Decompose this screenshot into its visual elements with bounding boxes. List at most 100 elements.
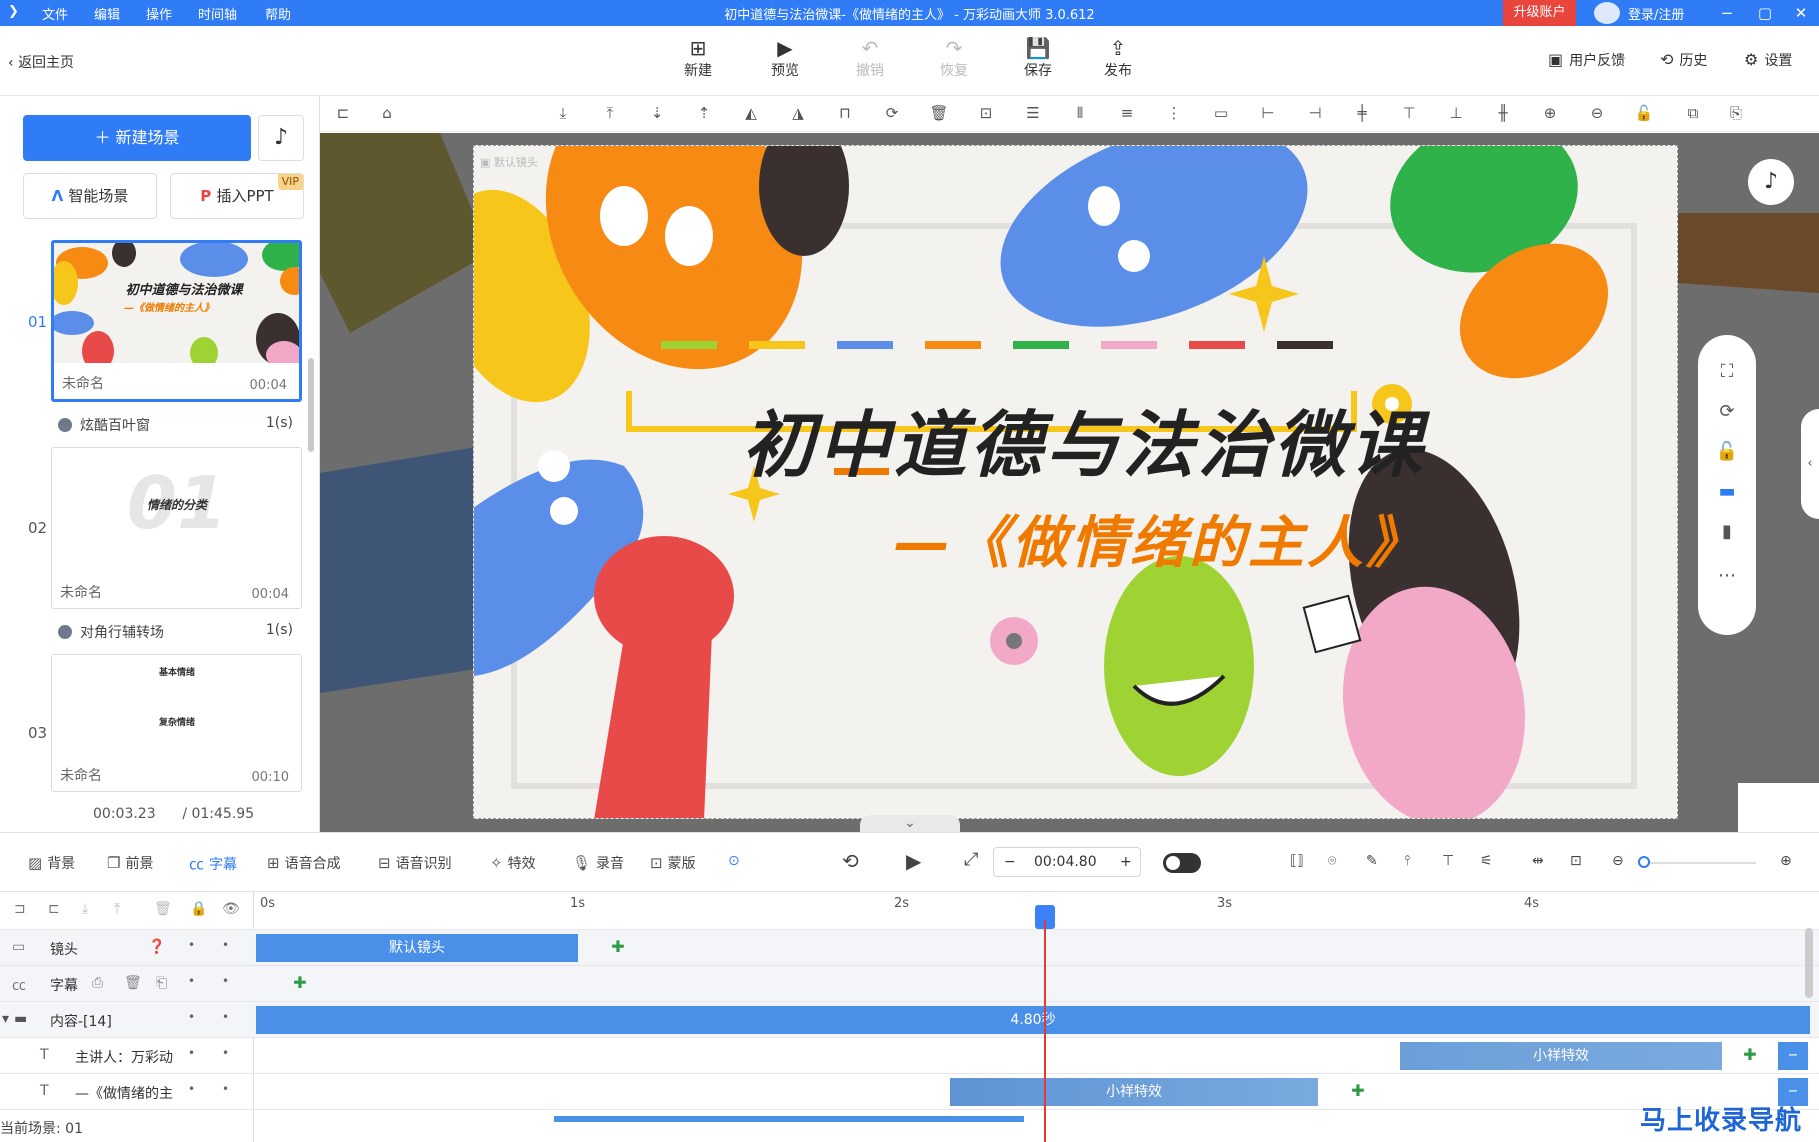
minimize-icon[interactable]: −: [1714, 2, 1740, 24]
subtitle-track-row[interactable]: ✚: [254, 966, 1819, 1002]
background-music-button[interactable]: ♪: [1748, 159, 1794, 205]
copy-icon[interactable]: ⧉: [1682, 104, 1704, 122]
insert-ppt-button[interactable]: P 插入PPT VIP: [170, 173, 304, 219]
edit-icon[interactable]: ⎙: [92, 975, 103, 991]
eye-icon[interactable]: 👁: [222, 901, 240, 917]
replay-icon[interactable]: ⟲: [842, 849, 859, 873]
close-icon[interactable]: ✕: [1788, 2, 1814, 24]
expand-arrow-icon[interactable]: ▾: [2, 1011, 9, 1027]
track-subtitle[interactable]: ㏄ 字幕 ⎙ 🗑 ⎗ • •: [0, 966, 254, 1002]
duration-value[interactable]: 00:04.80: [1034, 848, 1097, 876]
move-down-icon[interactable]: ⤓: [82, 901, 88, 917]
zoom-in-icon[interactable]: ⊕: [1780, 853, 1792, 869]
home-icon[interactable]: ⌂: [376, 104, 398, 122]
stage-subtitle[interactable]: —《做情绪的主人》: [894, 498, 1514, 579]
distribute-horizontal-icon[interactable]: ⦀: [1069, 104, 1091, 122]
track-content-folder[interactable]: ▾ ▬ 内容-[14] • •: [0, 1002, 254, 1038]
collapse-canvas-button[interactable]: ⌄: [860, 815, 960, 832]
move-up-icon[interactable]: ⤒: [114, 901, 120, 917]
add-keyframe-icon[interactable]: ✚: [292, 975, 308, 991]
stage-canvas[interactable]: ▣ 默认镜头 初中道德与法治微课 —《做情绪的主人》: [473, 145, 1678, 819]
rotate-view-icon[interactable]: ⟳: [1714, 401, 1740, 422]
camera-icon[interactable]: ⌾: [1328, 853, 1336, 869]
rotate-icon[interactable]: ⟳: [881, 104, 903, 122]
camera-track-row[interactable]: 默认镜头 ✚: [254, 930, 1819, 966]
background-button[interactable]: ▨ 背景: [28, 853, 75, 873]
scene-thumbnail-03[interactable]: 基本情绪 复杂情绪 未命名 00:10: [51, 654, 302, 792]
zoom-out-icon[interactable]: ⊖: [1586, 104, 1608, 122]
subtitle-button[interactable]: ㏄字幕: [189, 853, 237, 874]
timeline-zoom-handle[interactable]: [1638, 856, 1650, 868]
add-keyframe-icon[interactable]: ✚: [1742, 1047, 1758, 1063]
paste-icon[interactable]: ⎘: [1725, 104, 1747, 122]
menu-help[interactable]: 帮助: [265, 4, 291, 23]
upgrade-account-button[interactable]: 升级账户: [1503, 0, 1576, 26]
scene-thumbnail-01[interactable]: 初中道德与法治微课 —《做情绪的主人》 未命名 00:04: [51, 240, 302, 402]
focus-icon[interactable]: ⊡: [975, 104, 997, 122]
speaker-track-row[interactable]: 小祥特效 ✚ −: [254, 1038, 1819, 1074]
align-hcenter-icon[interactable]: ╪: [1351, 104, 1373, 122]
partial-clip[interactable]: [554, 1116, 1024, 1122]
save-button[interactable]: 💾 保存: [1008, 36, 1068, 80]
distribute-vertical-icon[interactable]: ⋮: [1163, 104, 1185, 122]
new-folder-icon[interactable]: ⊏: [48, 901, 60, 917]
duration-decrease-button[interactable]: −: [1004, 848, 1016, 876]
align-bottom-icon[interactable]: ⊥: [1445, 104, 1467, 122]
new-scene-button[interactable]: ＋ 新建场景: [23, 115, 251, 161]
flip-horizontal-icon[interactable]: ◭: [740, 104, 762, 122]
track-text-subtitle[interactable]: T —《做情绪的主 • •: [0, 1074, 254, 1110]
align-vcenter-icon[interactable]: ╫: [1492, 104, 1514, 122]
track-text-speaker[interactable]: T 主讲人：万彩动 • •: [0, 1038, 254, 1074]
fit-screen-icon[interactable]: ⛶: [1714, 361, 1740, 382]
more-tools-button[interactable]: ⊙: [728, 853, 740, 869]
flip-vertical-icon[interactable]: ◮: [787, 104, 809, 122]
add-keyframe-icon[interactable]: ✚: [1350, 1083, 1366, 1099]
mask-button[interactable]: ⊡ 蒙版: [650, 853, 696, 873]
zoom-in-icon[interactable]: ⊕: [1539, 104, 1561, 122]
import-icon[interactable]: ⎗: [156, 975, 167, 991]
effect-clip[interactable]: 小祥特效: [950, 1078, 1318, 1106]
tts-button[interactable]: ⊞ 语音合成: [267, 853, 341, 873]
move-up-icon[interactable]: ⇡: [693, 104, 715, 122]
login-register-link[interactable]: 登录/注册: [1628, 4, 1684, 23]
menu-timeline[interactable]: 时间轴: [198, 4, 237, 23]
move-bottom-icon[interactable]: ⤓: [552, 104, 574, 122]
delete-icon[interactable]: 🗑: [154, 901, 172, 917]
maximize-icon[interactable]: ▢: [1752, 2, 1778, 24]
collapse-clip-icon[interactable]: −: [1778, 1042, 1808, 1070]
smart-scene-button[interactable]: Λ 智能场景: [23, 173, 157, 219]
timeline-zoom-slider[interactable]: [1640, 862, 1756, 864]
align-left-icon[interactable]: ⊢: [1257, 104, 1279, 122]
actual-size-icon[interactable]: ⊡: [1570, 853, 1582, 869]
move-down-icon[interactable]: ⇣: [646, 104, 668, 122]
redo-button[interactable]: ↷ 恢复: [924, 36, 984, 80]
effects-button[interactable]: ✧ 特效: [490, 853, 536, 873]
add-folder-icon[interactable]: ⊐: [14, 901, 26, 917]
unlock-icon[interactable]: 🔓: [1633, 104, 1655, 122]
timeline-scrollbar[interactable]: [1805, 928, 1813, 998]
play-icon[interactable]: ▶: [906, 849, 921, 873]
speech-recognition-button[interactable]: ⊟ 语音识别: [378, 853, 452, 873]
content-track-row[interactable]: 4.80秒: [254, 1002, 1819, 1038]
delete-icon[interactable]: 🗑: [928, 104, 950, 122]
help-icon[interactable]: ❓: [148, 939, 165, 955]
landscape-icon[interactable]: ▬: [1714, 481, 1740, 502]
timeline-tracks[interactable]: 0s 1s 2s 3s 4s 默认镜头 ✚ ✚ 4.80秒 小祥特效 ✚ − 小…: [254, 892, 1819, 1142]
foreground-button[interactable]: ❐ 前景: [107, 853, 153, 873]
align-right-icon[interactable]: ⊣: [1304, 104, 1326, 122]
more-icon[interactable]: ⋯: [1714, 565, 1740, 586]
add-keyframe-icon[interactable]: ✚: [610, 939, 626, 955]
music-button[interactable]: ♪: [258, 115, 304, 161]
zoom-out-icon[interactable]: ⊖: [1612, 853, 1624, 869]
feedback-button[interactable]: ▣ 用户反馈: [1548, 50, 1625, 70]
align-center-icon[interactable]: ☰: [1022, 104, 1044, 122]
duration-stepper[interactable]: − 00:04.80 +: [993, 847, 1141, 877]
group-icon[interactable]: ▭: [1210, 104, 1232, 122]
history-button[interactable]: ⟲ 历史: [1660, 50, 1707, 70]
track-camera[interactable]: ▭ 镜头 ❓ • •: [0, 930, 254, 966]
record-button[interactable]: 🎙 录音: [572, 853, 624, 873]
new-button[interactable]: ⊞ 新建: [668, 36, 728, 80]
move-top-icon[interactable]: ⤒: [599, 104, 621, 122]
fullscreen-icon[interactable]: ⤢: [964, 849, 978, 870]
collapse-right-panel-button[interactable]: ‹: [1801, 409, 1819, 519]
